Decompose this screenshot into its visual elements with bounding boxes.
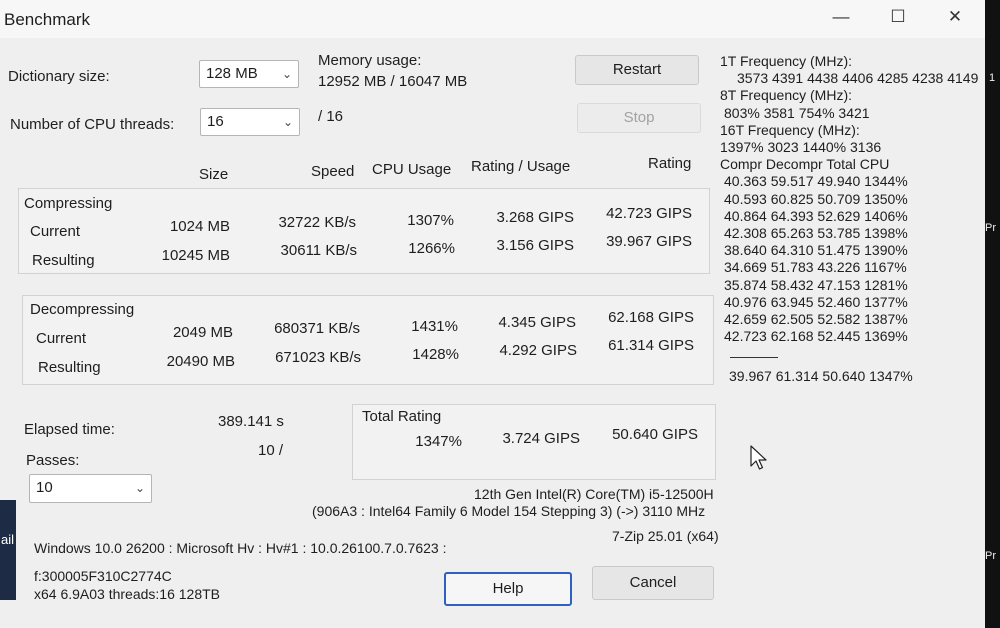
results-row: 40.363 59.517 49.940 1344% xyxy=(724,173,908,190)
benchmark-window: Benchmark — ☐ ✕ Dictionary size: 128 MB … xyxy=(0,0,985,628)
freq-16t-label: 16T Frequency (MHz): xyxy=(720,121,860,138)
maximize-button[interactable]: ☐ xyxy=(875,2,921,32)
compressing-current-rating: 42.723 GIPS xyxy=(606,205,692,222)
memory-usage-label: Memory usage: xyxy=(318,52,422,69)
cpu-threads-value: 16 xyxy=(207,113,224,130)
decompressing-current-rating: 62.168 GIPS xyxy=(608,309,694,326)
cpu-details: (906A3 : Intel64 Family 6 Model 154 Step… xyxy=(312,503,706,519)
cpu-threads-select[interactable]: 16 ⌄ xyxy=(200,108,300,136)
results-row: 34.669 51.783 43.226 1167% xyxy=(724,259,907,276)
compressing-current-rating-usage: 3.268 GIPS xyxy=(496,209,574,226)
minimize-button[interactable]: — xyxy=(818,2,864,32)
results-row: 40.593 60.825 50.709 1350% xyxy=(724,190,908,207)
edge-text-top: 1 xyxy=(989,72,996,84)
mouse-cursor-icon xyxy=(750,445,767,470)
background-window-edge: ail xyxy=(0,500,16,600)
compressing-current-size: 1024 MB xyxy=(169,218,230,235)
system-info-id: f:300005F310C2774C xyxy=(34,568,172,584)
decompressing-title: Decompressing xyxy=(30,301,135,318)
chevron-down-icon: ⌄ xyxy=(134,481,145,495)
help-button[interactable]: Help xyxy=(444,572,572,606)
compressing-resulting-cpu: 1266% xyxy=(408,240,455,257)
window-title: Benchmark xyxy=(4,10,90,29)
decompressing-current-rating-usage: 4.345 GIPS xyxy=(498,314,576,331)
results-total-row: 39.967 61.314 50.640 1347% xyxy=(729,368,913,384)
close-button[interactable]: ✕ xyxy=(932,2,978,32)
edge-text-bottom: Pr xyxy=(985,550,996,562)
results-row: 40.864 64.393 52.629 1406% xyxy=(724,207,908,224)
results-row: 38.640 64.310 51.475 1390% xyxy=(724,242,908,259)
decompressing-resulting-label: Resulting xyxy=(38,359,101,376)
compressing-title: Compressing xyxy=(24,195,113,212)
decompressing-resulting-rating-usage: 4.292 GIPS xyxy=(499,342,577,359)
freq-1t-label: 1T Frequency (MHz): xyxy=(720,53,852,69)
compressing-current-cpu: 1307% xyxy=(407,212,454,229)
header-size: Size xyxy=(199,166,229,183)
total-rating-usage: 3.724 GIPS xyxy=(502,430,580,447)
dictionary-size-value: 128 MB xyxy=(206,65,258,82)
decompressing-current-cpu: 1431% xyxy=(411,318,458,335)
header-rating: Rating xyxy=(648,155,692,172)
compressing-current-speed: 32722 KB/s xyxy=(278,214,356,231)
cancel-button[interactable]: Cancel xyxy=(592,566,714,600)
compressing-resulting-size: 10245 MB xyxy=(161,247,230,264)
results-row: 35.874 58.432 47.153 1281% xyxy=(724,276,908,293)
compressing-resulting-speed: 30611 KB/s xyxy=(280,242,357,259)
total-rating-title: Total Rating xyxy=(362,408,442,425)
compressing-group xyxy=(18,188,710,274)
header-cpu-usage: CPU Usage xyxy=(372,161,452,178)
edge-text-left: ail xyxy=(1,532,15,547)
compressing-current-label: Current xyxy=(30,223,81,240)
results-row: 42.308 65.263 53.785 1398% xyxy=(724,225,908,242)
cpu-name: 12th Gen Intel(R) Core(TM) i5-12500H xyxy=(474,486,714,502)
restart-button[interactable]: Restart xyxy=(575,55,699,85)
decompressing-resulting-size: 20490 MB xyxy=(166,353,235,370)
decompressing-current-size: 2049 MB xyxy=(172,324,233,341)
elapsed-time-value: 389.141 s xyxy=(218,413,284,430)
decompressing-resulting-cpu: 1428% xyxy=(412,346,459,363)
dictionary-size-select[interactable]: 128 MB ⌄ xyxy=(199,60,299,88)
decompressing-resulting-speed: 671023 KB/s xyxy=(275,349,361,366)
compressing-resulting-label: Resulting xyxy=(32,252,95,269)
passes-progress: 10 / xyxy=(258,442,284,459)
freq-16t-values: 1397% 3023 1440% 3136 xyxy=(720,139,882,156)
total-rating-value: 50.640 GIPS xyxy=(612,426,698,443)
passes-select-value: 10 xyxy=(36,479,53,496)
passes-select[interactable]: 10 ⌄ xyxy=(29,474,152,503)
chevron-down-icon: ⌄ xyxy=(281,67,292,81)
header-rating-usage: Rating / Usage xyxy=(471,158,571,175)
results-divider xyxy=(730,357,778,358)
decompressing-current-speed: 680371 KB/s xyxy=(274,320,360,337)
header-speed: Speed xyxy=(311,163,355,180)
total-cpu: 1347% xyxy=(415,433,462,450)
decompressing-current-label: Current xyxy=(36,330,87,347)
memory-usage-value: 12952 MB / 16047 MB xyxy=(318,73,468,90)
background-taskbar-edge: 1 Pr Pr xyxy=(985,0,1000,628)
decompressing-resulting-rating: 61.314 GIPS xyxy=(608,337,694,354)
results-row: 42.723 62.168 52.445 1369% xyxy=(724,328,908,345)
results-row: 42.659 62.505 52.582 1387% xyxy=(724,311,908,328)
system-info-os: Windows 10.0 26200 : Microsoft Hv : Hv#1… xyxy=(34,540,447,556)
freq-8t-label: 8T Frequency (MHz): xyxy=(720,87,852,104)
frequency-panel: 1T Frequency (MHz): 3573 4391 4438 4406 … xyxy=(720,53,978,345)
passes-label: Passes: xyxy=(26,452,80,469)
compressing-resulting-rating-usage: 3.156 GIPS xyxy=(496,237,574,254)
cpu-threads-max: / 16 xyxy=(318,108,344,125)
stop-button[interactable]: Stop xyxy=(577,103,701,133)
freq-8t-values: 803% 3581 754% 3421 xyxy=(724,104,870,121)
system-info-arch: x64 6.9A03 threads:16 128TB xyxy=(34,586,221,602)
results-header: Compr Decompr Total CPU xyxy=(720,156,890,173)
chevron-down-icon: ⌄ xyxy=(282,115,293,129)
elapsed-time-label: Elapsed time: xyxy=(24,421,115,438)
compressing-resulting-rating: 39.967 GIPS xyxy=(606,233,692,250)
cpu-threads-label: Number of CPU threads: xyxy=(10,116,175,133)
version-text: 7-Zip 25.01 (x64) xyxy=(612,528,719,544)
edge-text-mid: Pr xyxy=(985,222,996,234)
freq-1t-values: 3573 4391 4438 4406 4285 4238 4149 xyxy=(737,70,979,87)
dictionary-size-label: Dictionary size: xyxy=(8,68,110,85)
results-row: 40.976 63.945 52.460 1377% xyxy=(724,293,908,310)
title-bar: Benchmark — ☐ ✕ xyxy=(0,0,985,38)
